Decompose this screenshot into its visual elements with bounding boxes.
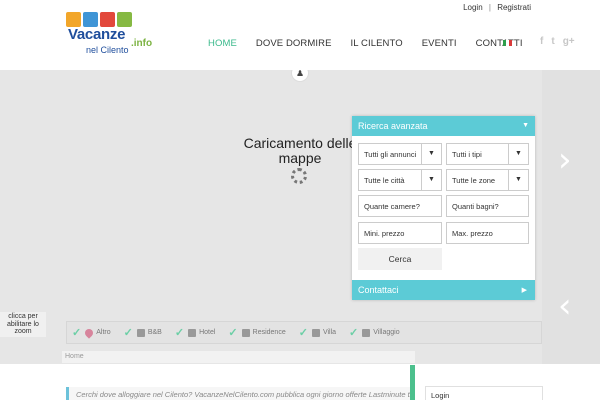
advanced-search-panel: Ricerca avanzata ▼ Tutti gli annunci ▼ T…: [352, 116, 535, 300]
type-select-value: Tutti i tipi: [452, 150, 482, 159]
rooms-input[interactable]: Quante camere?: [358, 195, 442, 217]
filter-label: Hotel: [199, 329, 216, 336]
announcement-select-value: Tutti gli annunci: [364, 150, 417, 159]
logo-icons: [66, 12, 156, 27]
leaf-icon: [117, 12, 132, 27]
intro-text: Cerchi dove alloggiare nel Cilento? Vaca…: [66, 387, 412, 400]
zone-select-value: Tutte le zone: [452, 176, 496, 185]
slider-next-arrow[interactable]: ›: [558, 140, 572, 180]
filter-label: Altro: [96, 329, 111, 336]
logo-subtext: nel Cilento: [86, 45, 129, 55]
building-icon: [188, 328, 197, 337]
city-select-value: Tutte le città: [364, 176, 405, 185]
zoom-hint[interactable]: clicca per abilitare lo zoom: [0, 312, 46, 337]
filter-altro[interactable]: ✓ Altro: [72, 326, 111, 339]
twitter-icon[interactable]: t: [551, 36, 554, 47]
filter-villa[interactable]: ✓ Villa: [299, 326, 336, 339]
nav-home[interactable]: HOME: [208, 38, 237, 49]
zone-select[interactable]: Tutte le zone ▼: [446, 169, 529, 191]
checkmark-icon: ✓: [72, 327, 82, 339]
site-header: Vacanze nel Cilento .info Login | Regist…: [0, 0, 600, 70]
search-button[interactable]: Cerca: [358, 248, 442, 270]
italian-flag-icon[interactable]: [503, 40, 512, 46]
logo-suffix: .info: [131, 38, 153, 49]
apartment-icon: [241, 328, 250, 337]
checkmark-icon: ✓: [349, 327, 359, 339]
checkmark-icon: ✓: [298, 327, 308, 339]
link-separator: |: [488, 3, 491, 12]
breadcrumb: Home: [62, 351, 415, 363]
social-links: f t g+: [540, 36, 575, 47]
filter-label: Residence: [252, 329, 286, 336]
accent-bar: [410, 365, 415, 400]
logo-text: Vacanze: [68, 26, 126, 43]
main-content: Cerchi dove alloggiare nel Cilento? Vaca…: [0, 364, 600, 400]
register-link[interactable]: Registrati: [497, 3, 531, 12]
select-arrow-icon: ▼: [508, 170, 528, 190]
select-arrow-icon: ▼: [421, 170, 441, 190]
max-price-input[interactable]: Max. prezzo: [446, 222, 529, 244]
nav-contatti[interactable]: CONTATTI: [476, 38, 523, 49]
filter-residence[interactable]: ✓ Residence: [228, 326, 285, 339]
advanced-search-title: Ricerca avanzata: [358, 121, 428, 131]
bed-icon: [136, 328, 145, 337]
palm-icon: [66, 12, 81, 27]
breadcrumb-home[interactable]: Home: [65, 353, 84, 360]
house-icon: [311, 328, 320, 337]
select-arrow-icon: ▼: [421, 144, 441, 164]
city-select[interactable]: Tutte le città ▼: [358, 169, 442, 191]
login-widget-title: Login: [431, 391, 450, 400]
announcement-select[interactable]: Tutti gli annunci ▼: [358, 143, 442, 165]
village-icon: [362, 328, 371, 337]
slider-prev-arrow[interactable]: ‹: [558, 286, 572, 326]
checkmark-icon: ✓: [123, 327, 133, 339]
filter-villaggio[interactable]: ✓ Villaggio: [349, 326, 400, 339]
filter-label: B&B: [147, 329, 162, 336]
property-type-filters: ✓ Altro ✓ B&B ✓ Hotel ✓ Residence ✓ Vill…: [66, 321, 542, 344]
googleplus-icon[interactable]: g+: [563, 36, 575, 47]
advanced-search-header[interactable]: Ricerca avanzata ▼: [352, 116, 535, 136]
checkmark-icon: ✓: [228, 327, 238, 339]
filter-label: Villaggio: [373, 329, 400, 336]
caret-down-icon: ▼: [522, 122, 529, 129]
contact-panel-header[interactable]: Contattaci ▶: [352, 280, 535, 300]
nav-il-cilento[interactable]: IL CILENTO: [351, 38, 403, 49]
min-price-input[interactable]: Mini. prezzo: [358, 222, 442, 244]
checkmark-icon: ✓: [174, 327, 185, 339]
map-loading-text: Caricamento delle mappe: [243, 135, 357, 166]
caret-right-icon: ▶: [521, 287, 527, 294]
loading-spinner-icon: [291, 168, 307, 184]
select-arrow-icon: ▼: [508, 144, 528, 164]
glass-icon: [100, 12, 115, 27]
filter-hotel[interactable]: ✓ Hotel: [175, 326, 216, 339]
baths-input[interactable]: Quanti bagni?: [446, 195, 529, 217]
login-link[interactable]: Login: [463, 3, 483, 12]
filter-bnb[interactable]: ✓ B&B: [124, 326, 162, 339]
site-logo[interactable]: Vacanze nel Cilento .info: [66, 12, 156, 58]
type-select[interactable]: Tutti i tipi ▼: [446, 143, 529, 165]
map-pin-icon: [83, 326, 95, 339]
main-nav: HOME DOVE DORMIRE IL CILENTO EVENTI CONT…: [208, 38, 542, 49]
login-widget: Login: [425, 386, 543, 400]
filter-label: Villa: [322, 329, 337, 336]
facebook-icon[interactable]: f: [540, 36, 543, 47]
account-links: Login | Registrati: [461, 3, 533, 12]
nav-dove-dormire[interactable]: DOVE DORMIRE: [256, 38, 332, 49]
sun-sea-icon: [83, 12, 98, 27]
nav-eventi[interactable]: EVENTI: [422, 38, 457, 49]
contact-title: Contattaci: [358, 285, 399, 295]
